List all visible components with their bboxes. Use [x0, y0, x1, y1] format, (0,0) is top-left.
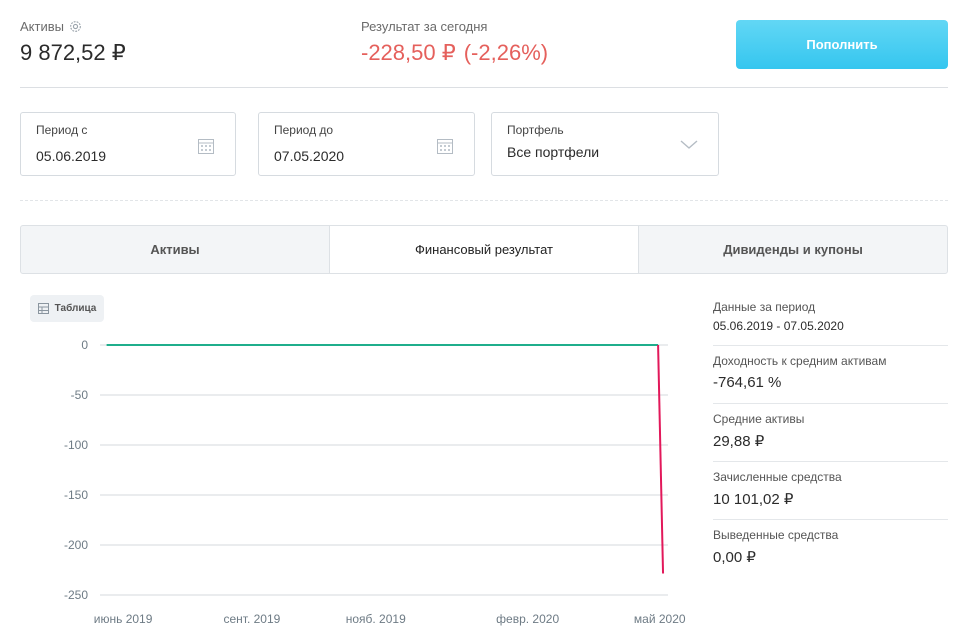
table-view-button[interactable]: Таблица	[30, 295, 104, 322]
assets-label: Активы	[20, 19, 64, 34]
financial-result-chart: 0 -50 -100 -150 -200 -250 июнь 2019 сент. 2019…	[64, 338, 686, 626]
portfolio-select[interactable]: Портфель Все портфели	[491, 112, 719, 176]
stat-withdrawn: Выведенные средства 0,00 ₽	[713, 520, 948, 578]
y-tick-label: 0	[81, 338, 88, 352]
portfolio-value[interactable]: Все портфели	[507, 144, 599, 160]
x-tick-label: июнь 2019	[94, 612, 153, 626]
stat-value: -764,61 %	[713, 374, 782, 391]
period-from-label: Период с	[36, 123, 88, 137]
x-tick-label: февр. 2020	[496, 612, 559, 626]
gear-icon[interactable]	[69, 20, 82, 33]
stat-value: 29,88 ₽	[713, 433, 765, 450]
tabs-bar: Активы Финансовый результат Дивиденды и …	[20, 225, 948, 274]
series-line-segment	[657, 344, 665, 574]
x-tick-label: сент. 2019	[223, 612, 280, 626]
y-tick-label: -150	[64, 488, 88, 502]
stat-value: 0,00 ₽	[713, 549, 756, 566]
topup-button[interactable]: Пополнить	[736, 20, 948, 69]
stat-period: Данные за период 05.06.2019 - 07.05.2020	[713, 294, 948, 346]
stat-value: 10 101,02 ₽	[713, 491, 794, 508]
period-to-field[interactable]: Период до 07.05.2020	[258, 112, 475, 176]
stat-deposited: Зачисленные средства 10 101,02 ₽	[713, 462, 948, 520]
calendar-icon[interactable]	[436, 137, 454, 155]
stat-yield: Доходность к средним активам -764,61 %	[713, 346, 948, 404]
tab-assets[interactable]: Активы	[21, 226, 329, 273]
stat-value: 05.06.2019 - 07.05.2020	[713, 319, 844, 333]
period-to-value[interactable]: 07.05.2020	[274, 148, 344, 164]
portfolio-label: Портфель	[507, 123, 564, 137]
today-result-block: Результат за сегодня -228,50 ₽ (-2,26%)	[361, 19, 548, 66]
stat-label: Зачисленные средства	[713, 470, 842, 484]
period-stats: Данные за период 05.06.2019 - 07.05.2020…	[713, 294, 948, 578]
stat-label: Выведенные средства	[713, 528, 839, 542]
stat-average-assets: Средние активы 29,88 ₽	[713, 404, 948, 462]
x-tick-label: май 2020	[634, 612, 686, 626]
summary-header: Активы 9 872,52 ₽ Результат за сегодня -…	[0, 0, 969, 88]
chevron-down-icon[interactable]	[680, 140, 698, 150]
header-divider	[20, 87, 948, 88]
tab-financial-result[interactable]: Финансовый результат	[329, 226, 638, 273]
y-tick-label: -50	[71, 388, 89, 402]
period-to-label: Период до	[274, 123, 334, 137]
today-result-value: -228,50 ₽	[361, 40, 456, 65]
today-result-percent: (-2,26%)	[463, 40, 549, 65]
assets-block: Активы 9 872,52 ₽	[20, 19, 126, 66]
section-divider	[20, 200, 948, 201]
period-from-value[interactable]: 05.06.2019	[36, 148, 106, 164]
y-tick-label: -250	[64, 588, 88, 602]
x-tick-label: нояб. 2019	[346, 612, 406, 626]
today-result-value-row: -228,50 ₽ (-2,26%)	[361, 40, 548, 66]
y-tick-label: -200	[64, 538, 88, 552]
assets-value: 9 872,52 ₽	[20, 40, 126, 65]
table-button-label: Таблица	[54, 303, 97, 314]
stat-label: Средние активы	[713, 412, 805, 426]
assets-label-row: Активы	[20, 19, 126, 34]
today-result-label: Результат за сегодня	[361, 19, 488, 34]
period-from-field[interactable]: Период с 05.06.2019	[20, 112, 236, 176]
stat-label: Данные за период	[713, 300, 816, 314]
stat-label: Доходность к средним активам	[713, 354, 887, 368]
y-tick-label: -100	[64, 438, 88, 452]
calendar-icon[interactable]	[197, 137, 215, 155]
table-icon	[37, 303, 49, 314]
tab-dividends-coupons[interactable]: Дивиденды и купоны	[638, 226, 947, 273]
